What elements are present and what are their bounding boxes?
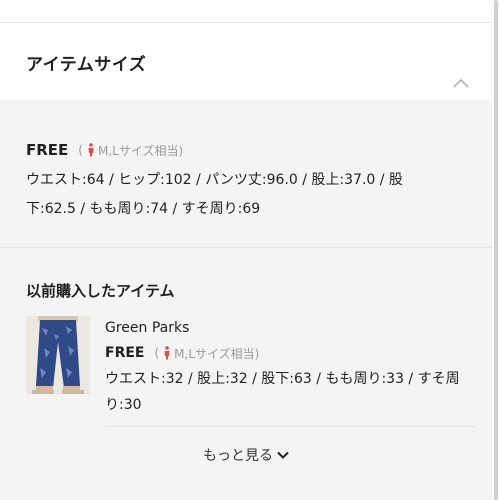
- item-thumbnail[interactable]: [26, 316, 90, 394]
- person-icon: [88, 143, 94, 157]
- measurements-text: ウエスト:64 / ヒップ:102 / パンツ丈:96.0 / 股上:37.0 …: [26, 172, 403, 217]
- top-strip: [0, 0, 492, 23]
- previous-purchase-section: 以前購入したアイテム Green Parks FREE ( M,Lサイズ相当): [0, 248, 492, 500]
- divider: [105, 426, 475, 427]
- chevron-down-icon: [277, 451, 289, 459]
- scrollbar-thumb[interactable]: [494, 0, 498, 500]
- size-label-row: FREE ( M,Lサイズ相当): [26, 140, 183, 160]
- chevron-up-icon[interactable]: [453, 78, 469, 88]
- see-more-label: もっと見る: [203, 448, 273, 464]
- item-size-header[interactable]: アイテムサイズ: [0, 23, 492, 100]
- pants-image: [26, 316, 90, 394]
- person-icon: [164, 346, 170, 360]
- item-note-open-paren: (: [154, 346, 160, 360]
- size-equivalent-note: ( M,Lサイズ相当): [78, 142, 183, 159]
- item-size-equivalent-note: ( M,Lサイズ相当): [154, 345, 259, 362]
- item-size-row: FREE ( M,Lサイズ相当): [105, 343, 475, 363]
- item-note-text: M,Lサイズ相当): [174, 346, 260, 361]
- note-open-paren: (: [78, 143, 83, 157]
- note-text: M,Lサイズ相当): [97, 143, 184, 158]
- item-size-name: FREE: [105, 345, 145, 361]
- previous-purchase-title: 以前購入したアイテム: [26, 282, 175, 300]
- item-brand[interactable]: Green Parks: [105, 318, 475, 338]
- item-info: Green Parks FREE ( M,Lサイズ相当) ウエスト:32 / 股…: [105, 318, 475, 418]
- item-measurements-text: ウエスト:32 / 股上:32 / 股下:63 / もも周り:33 / すそ周り…: [105, 371, 460, 413]
- see-more-button[interactable]: もっと見る: [0, 444, 492, 466]
- size-name: FREE: [26, 141, 69, 159]
- section-title: アイテムサイズ: [26, 55, 147, 75]
- size-chart: FREE ( M,Lサイズ相当) ウエスト:64 / ヒップ:102 / パンツ…: [0, 100, 492, 248]
